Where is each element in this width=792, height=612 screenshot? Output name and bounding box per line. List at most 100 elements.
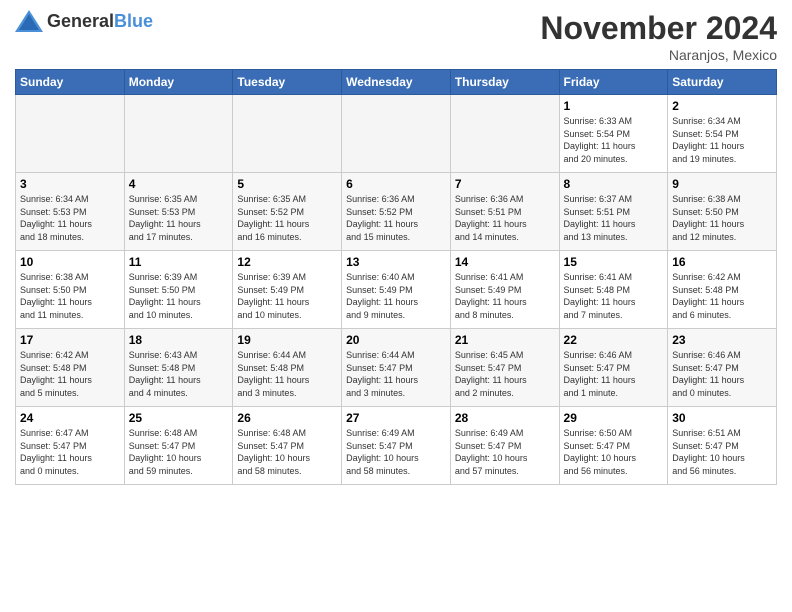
calendar-cell: 14 Sunrise: 6:41 AMSunset: 5:49 PMDayligh…	[450, 251, 559, 329]
logo-icon	[15, 10, 43, 32]
day-number: 12	[237, 255, 337, 269]
day-number: 4	[129, 177, 229, 191]
day-info: Sunrise: 6:42 AMSunset: 5:48 PMDaylight:…	[20, 349, 120, 399]
calendar-cell	[124, 95, 233, 173]
day-number: 24	[20, 411, 120, 425]
calendar-cell	[450, 95, 559, 173]
day-info: Sunrise: 6:48 AMSunset: 5:47 PMDaylight:…	[237, 427, 337, 477]
day-number: 13	[346, 255, 446, 269]
day-number: 25	[129, 411, 229, 425]
day-info: Sunrise: 6:43 AMSunset: 5:48 PMDaylight:…	[129, 349, 229, 399]
day-info: Sunrise: 6:40 AMSunset: 5:49 PMDaylight:…	[346, 271, 446, 321]
calendar-cell: 28 Sunrise: 6:49 AMSunset: 5:47 PMDayligh…	[450, 407, 559, 485]
calendar-cell: 21 Sunrise: 6:45 AMSunset: 5:47 PMDayligh…	[450, 329, 559, 407]
day-number: 27	[346, 411, 446, 425]
day-info: Sunrise: 6:33 AMSunset: 5:54 PMDaylight:…	[564, 115, 664, 165]
calendar-cell: 12 Sunrise: 6:39 AMSunset: 5:49 PMDayligh…	[233, 251, 342, 329]
location-subtitle: Naranjos, Mexico	[540, 47, 777, 63]
calendar-cell: 18 Sunrise: 6:43 AMSunset: 5:48 PMDayligh…	[124, 329, 233, 407]
day-info: Sunrise: 6:35 AMSunset: 5:53 PMDaylight:…	[129, 193, 229, 243]
calendar-cell: 22Sunrise: 6:46 AMSunset: 5:47 PMDayligh…	[559, 329, 668, 407]
day-number: 7	[455, 177, 555, 191]
week-row-4: 17 Sunrise: 6:42 AMSunset: 5:48 PMDayligh…	[16, 329, 777, 407]
col-header-tuesday: Tuesday	[233, 70, 342, 95]
day-info: Sunrise: 6:34 AMSunset: 5:54 PMDaylight:…	[672, 115, 772, 165]
calendar-cell	[342, 95, 451, 173]
calendar-cell: 11Sunrise: 6:39 AMSunset: 5:50 PMDayligh…	[124, 251, 233, 329]
col-header-thursday: Thursday	[450, 70, 559, 95]
calendar-cell: 4 Sunrise: 6:35 AMSunset: 5:53 PMDaylight…	[124, 173, 233, 251]
day-number: 29	[564, 411, 664, 425]
calendar-cell: 7 Sunrise: 6:36 AMSunset: 5:51 PMDaylight…	[450, 173, 559, 251]
day-info: Sunrise: 6:39 AMSunset: 5:49 PMDaylight:…	[237, 271, 337, 321]
day-number: 14	[455, 255, 555, 269]
week-row-5: 24 Sunrise: 6:47 AMSunset: 5:47 PMDayligh…	[16, 407, 777, 485]
day-number: 20	[346, 333, 446, 347]
calendar-cell: 6Sunrise: 6:36 AMSunset: 5:52 PMDaylight…	[342, 173, 451, 251]
calendar-cell	[16, 95, 125, 173]
day-number: 1	[564, 99, 664, 113]
calendar-cell: 8Sunrise: 6:37 AMSunset: 5:51 PMDaylight…	[559, 173, 668, 251]
day-info: Sunrise: 6:38 AMSunset: 5:50 PMDaylight:…	[672, 193, 772, 243]
calendar-cell: 3Sunrise: 6:34 AMSunset: 5:53 PMDaylight…	[16, 173, 125, 251]
header: GeneralBlue November 2024 Naranjos, Mexi…	[15, 10, 777, 63]
day-info: Sunrise: 6:49 AMSunset: 5:47 PMDaylight:…	[455, 427, 555, 477]
day-info: Sunrise: 6:45 AMSunset: 5:47 PMDaylight:…	[455, 349, 555, 399]
col-header-saturday: Saturday	[668, 70, 777, 95]
day-info: Sunrise: 6:49 AMSunset: 5:47 PMDaylight:…	[346, 427, 446, 477]
logo-general: General	[47, 11, 114, 31]
day-info: Sunrise: 6:51 AMSunset: 5:47 PMDaylight:…	[672, 427, 772, 477]
calendar-cell	[233, 95, 342, 173]
day-info: Sunrise: 6:36 AMSunset: 5:51 PMDaylight:…	[455, 193, 555, 243]
day-number: 16	[672, 255, 772, 269]
day-info: Sunrise: 6:37 AMSunset: 5:51 PMDaylight:…	[564, 193, 664, 243]
calendar-cell: 9 Sunrise: 6:38 AMSunset: 5:50 PMDaylight…	[668, 173, 777, 251]
header-row: SundayMondayTuesdayWednesdayThursdayFrid…	[16, 70, 777, 95]
day-number: 21	[455, 333, 555, 347]
week-row-1: 1 Sunrise: 6:33 AMSunset: 5:54 PMDaylight…	[16, 95, 777, 173]
day-number: 23	[672, 333, 772, 347]
day-info: Sunrise: 6:38 AMSunset: 5:50 PMDaylight:…	[20, 271, 120, 321]
day-number: 19	[237, 333, 337, 347]
calendar-cell: 19 Sunrise: 6:44 AMSunset: 5:48 PMDayligh…	[233, 329, 342, 407]
day-number: 28	[455, 411, 555, 425]
calendar-cell: 16Sunrise: 6:42 AMSunset: 5:48 PMDayligh…	[668, 251, 777, 329]
day-number: 2	[672, 99, 772, 113]
day-number: 5	[237, 177, 337, 191]
week-row-2: 3Sunrise: 6:34 AMSunset: 5:53 PMDaylight…	[16, 173, 777, 251]
calendar-cell: 27 Sunrise: 6:49 AMSunset: 5:47 PMDayligh…	[342, 407, 451, 485]
logo-blue: Blue	[114, 11, 153, 31]
calendar-cell: 1 Sunrise: 6:33 AMSunset: 5:54 PMDaylight…	[559, 95, 668, 173]
day-number: 30	[672, 411, 772, 425]
day-number: 22	[564, 333, 664, 347]
col-header-wednesday: Wednesday	[342, 70, 451, 95]
day-number: 9	[672, 177, 772, 191]
day-info: Sunrise: 6:34 AMSunset: 5:53 PMDaylight:…	[20, 193, 120, 243]
day-info: Sunrise: 6:41 AMSunset: 5:49 PMDaylight:…	[455, 271, 555, 321]
day-info: Sunrise: 6:50 AMSunset: 5:47 PMDaylight:…	[564, 427, 664, 477]
calendar-cell: 26Sunrise: 6:48 AMSunset: 5:47 PMDayligh…	[233, 407, 342, 485]
day-info: Sunrise: 6:47 AMSunset: 5:47 PMDaylight:…	[20, 427, 120, 477]
day-number: 11	[129, 255, 229, 269]
day-number: 18	[129, 333, 229, 347]
calendar-cell: 25Sunrise: 6:48 AMSunset: 5:47 PMDayligh…	[124, 407, 233, 485]
day-number: 10	[20, 255, 120, 269]
calendar-cell: 23Sunrise: 6:46 AMSunset: 5:47 PMDayligh…	[668, 329, 777, 407]
calendar-cell: 2 Sunrise: 6:34 AMSunset: 5:54 PMDaylight…	[668, 95, 777, 173]
day-info: Sunrise: 6:44 AMSunset: 5:47 PMDaylight:…	[346, 349, 446, 399]
calendar-cell: 13 Sunrise: 6:40 AMSunset: 5:49 PMDayligh…	[342, 251, 451, 329]
calendar-cell: 17 Sunrise: 6:42 AMSunset: 5:48 PMDayligh…	[16, 329, 125, 407]
calendar-cell: 15Sunrise: 6:41 AMSunset: 5:48 PMDayligh…	[559, 251, 668, 329]
calendar-cell: 29 Sunrise: 6:50 AMSunset: 5:47 PMDayligh…	[559, 407, 668, 485]
day-info: Sunrise: 6:44 AMSunset: 5:48 PMDaylight:…	[237, 349, 337, 399]
day-number: 6	[346, 177, 446, 191]
col-header-sunday: Sunday	[16, 70, 125, 95]
day-number: 17	[20, 333, 120, 347]
day-info: Sunrise: 6:35 AMSunset: 5:52 PMDaylight:…	[237, 193, 337, 243]
calendar-cell: 30 Sunrise: 6:51 AMSunset: 5:47 PMDayligh…	[668, 407, 777, 485]
week-row-3: 10 Sunrise: 6:38 AMSunset: 5:50 PMDayligh…	[16, 251, 777, 329]
calendar-cell: 24 Sunrise: 6:47 AMSunset: 5:47 PMDayligh…	[16, 407, 125, 485]
title-block: November 2024 Naranjos, Mexico	[540, 10, 777, 63]
logo-text: GeneralBlue	[47, 11, 153, 32]
calendar-cell: 20 Sunrise: 6:44 AMSunset: 5:47 PMDayligh…	[342, 329, 451, 407]
